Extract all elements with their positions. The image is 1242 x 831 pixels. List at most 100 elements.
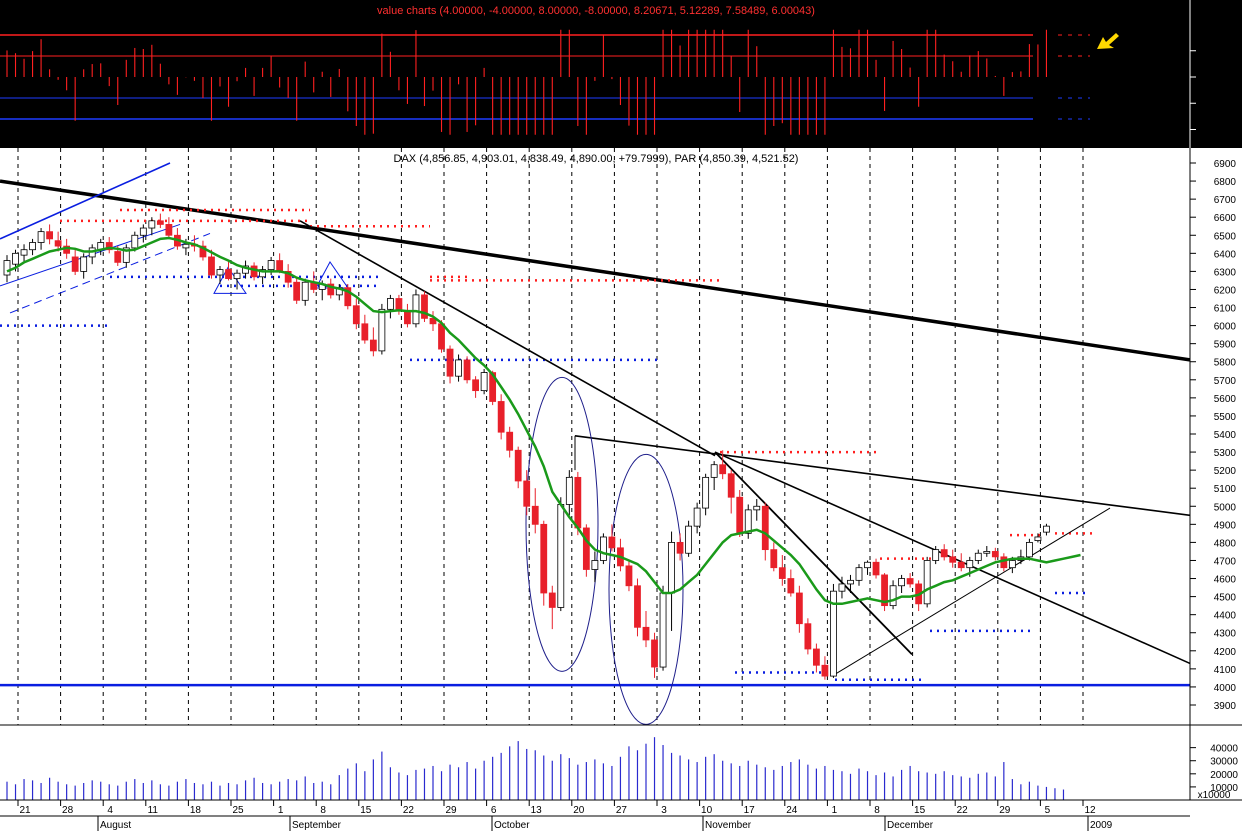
candle-body [225, 269, 232, 280]
candle-body [114, 251, 122, 263]
candle-body [727, 473, 735, 498]
candle-body [923, 560, 931, 605]
price-tick-label: 4700 [1214, 556, 1237, 567]
x-day-label: 6 [491, 805, 497, 816]
candle-body [949, 556, 957, 563]
x-day-label: 1 [278, 805, 284, 816]
candle-body [1043, 525, 1050, 533]
price-tick-label: 6000 [1214, 322, 1237, 333]
x-day-label: 28 [62, 805, 74, 816]
candle-body [719, 464, 727, 475]
candle-body [1026, 542, 1033, 558]
candle-body [625, 565, 633, 587]
candle-body [216, 269, 224, 276]
price-tick-label: 6300 [1214, 267, 1237, 278]
candle-body [651, 639, 658, 668]
x-day-label: 4 [107, 805, 113, 816]
volume-tick-label: 20000 [1210, 770, 1238, 781]
candle-body [12, 252, 19, 265]
candle-body [940, 549, 948, 558]
price-tick-label: 4500 [1214, 593, 1237, 604]
x-day-label: 29 [445, 805, 457, 816]
value-tick-label: -10 [1212, 126, 1227, 137]
x-day-label: 15 [914, 805, 926, 816]
value-tick-label: 0 [1220, 73, 1226, 84]
price-tick-label: 6100 [1214, 304, 1237, 315]
candle-body [506, 431, 514, 451]
x-day-label: 24 [786, 805, 798, 816]
candle-body [761, 505, 769, 551]
price-tick-label: 6900 [1214, 159, 1237, 170]
price-tick-label: 5800 [1214, 358, 1237, 369]
x-day-label: 18 [190, 805, 202, 816]
candle-body [770, 549, 778, 569]
x-month-label: November [705, 820, 752, 831]
price-tick-label: 5600 [1214, 394, 1237, 405]
x-day-label: 8 [874, 805, 880, 816]
candle-body [838, 583, 846, 592]
candle-body [156, 220, 164, 225]
price-tick-label: 4000 [1214, 683, 1237, 694]
price-tick-label: 3900 [1214, 701, 1237, 712]
candle-body [531, 505, 539, 525]
price-tick-label: 4900 [1214, 520, 1237, 531]
candle-body [148, 220, 156, 229]
price-tick-label: 5500 [1214, 412, 1237, 423]
candle-body [378, 308, 386, 352]
candle-body [412, 294, 420, 325]
candle-body [991, 551, 999, 558]
x-day-label: 8 [320, 805, 326, 816]
price-tick-label: 4200 [1214, 647, 1237, 658]
price-tick-label: 6500 [1214, 231, 1237, 242]
candle-body [847, 579, 854, 585]
candle-body [540, 523, 548, 594]
candle-body [29, 242, 36, 251]
candle-body [804, 623, 812, 650]
x-day-label: 22 [957, 805, 969, 816]
candle-body [693, 507, 701, 527]
candle-body [736, 496, 744, 534]
candle-body [301, 281, 309, 301]
candle-body [676, 542, 684, 554]
candle-body [642, 626, 650, 641]
candle-body [71, 256, 79, 272]
x-day-label: 25 [232, 805, 244, 816]
x-day-label: 21 [19, 805, 31, 816]
price-tick-label: 4400 [1214, 611, 1237, 622]
x-month-label: 2009 [1090, 820, 1113, 831]
candle-body [600, 536, 607, 561]
candle-body [855, 567, 863, 581]
price-tick-label: 5300 [1214, 448, 1237, 459]
candle-body [514, 449, 522, 482]
candle-body [778, 567, 786, 579]
candle-body [864, 561, 871, 569]
candle-body [369, 339, 377, 352]
candle-body [966, 560, 974, 569]
price-tick-label: 5000 [1214, 502, 1237, 513]
candle-body [685, 525, 692, 554]
candle-body [276, 260, 284, 272]
candle-body [813, 648, 820, 666]
candle-body [1000, 556, 1008, 569]
price-tick-label: 6200 [1214, 285, 1237, 296]
candle-body [139, 227, 147, 236]
candle-body [574, 476, 582, 529]
volume-scale-label: x10000 [1198, 790, 1231, 801]
price-tick-label: 4800 [1214, 538, 1237, 549]
x-day-label: 1 [832, 805, 838, 816]
candle-body [131, 234, 139, 249]
value-panel-header: value charts (4.00000, -4.00000, 8.00000… [377, 5, 815, 17]
x-month-label: August [100, 820, 131, 831]
candle-body [582, 527, 590, 570]
candle-body [480, 372, 488, 392]
candle-body [165, 224, 173, 236]
price-tick-label: 5100 [1214, 484, 1237, 495]
candle-body [80, 256, 88, 272]
x-day-label: 29 [999, 805, 1011, 816]
price-tick-label: 5900 [1214, 340, 1237, 351]
volume-panel [6, 737, 1065, 800]
price-tick-label: 4100 [1214, 665, 1237, 676]
candle-body [352, 305, 360, 325]
candle-body [932, 549, 940, 561]
x-day-label: 10 [701, 805, 713, 816]
